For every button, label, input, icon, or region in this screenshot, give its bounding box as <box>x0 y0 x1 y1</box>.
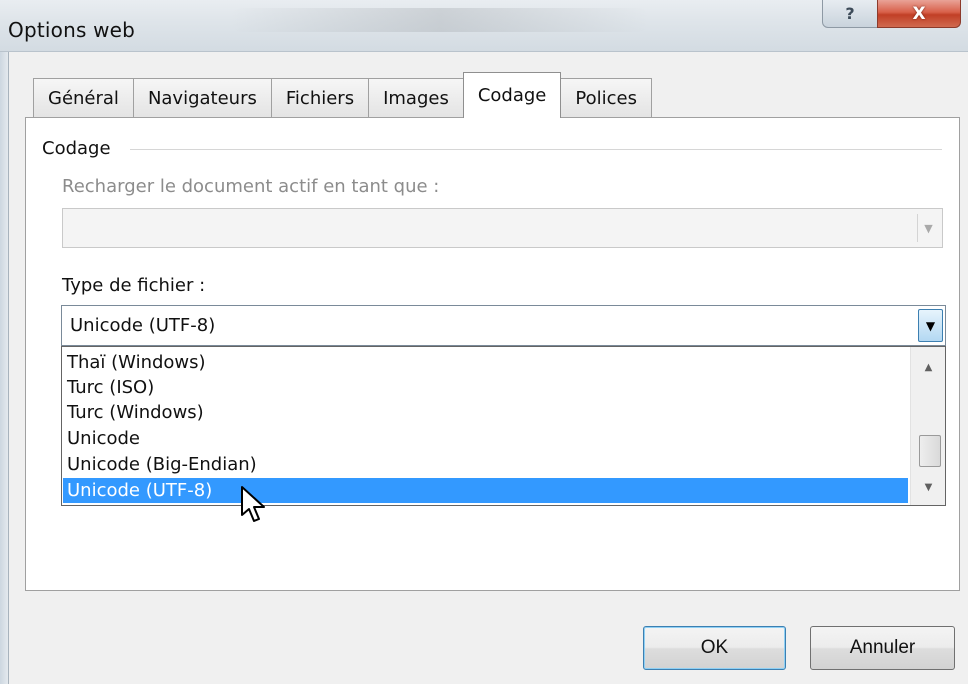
title-bar: Options web ? X <box>0 0 968 52</box>
list-item-turc-iso[interactable]: Turc (ISO) <box>63 375 908 400</box>
triangle-down-icon[interactable]: ▼ <box>911 473 945 501</box>
chevron-down-icon[interactable]: ▼ <box>918 309 943 342</box>
list-item-turc-windows[interactable]: Turc (Windows) <box>63 400 908 425</box>
reload-label: Recharger le document actif en tant que … <box>62 176 440 197</box>
file-type-label-pre: Type de f <box>62 275 149 296</box>
tab-general[interactable]: Général <box>33 78 134 118</box>
list-item-unicode[interactable]: Unicode <box>63 426 908 451</box>
ok-button[interactable]: OK <box>643 626 786 670</box>
file-type-label: Type de fichier : <box>62 275 205 296</box>
cancel-button[interactable]: Annuler <box>810 626 955 670</box>
chevron-down-icon: ▼ <box>917 214 939 242</box>
file-type-dropdown-list: Thaï (Windows) Turc (ISO) Turc (Windows)… <box>61 346 946 506</box>
window-frame-left <box>0 52 9 684</box>
window-title: Options web <box>8 18 136 42</box>
dropdown-scrollbar[interactable]: ▲ ▼ <box>910 347 945 505</box>
file-type-label-post: chier : <box>148 275 206 296</box>
mouse-pointer-icon <box>241 486 265 522</box>
group-label-codage: Codage <box>42 138 117 159</box>
tab-polices[interactable]: Polices <box>560 78 652 118</box>
help-button[interactable]: ? <box>822 0 878 28</box>
reload-encoding-select: ▼ <box>62 208 943 248</box>
tab-codage[interactable]: Codage <box>462 72 562 118</box>
list-item-thai-windows[interactable]: Thaï (Windows) <box>63 350 908 375</box>
list-item-unicode-utf8[interactable]: Unicode (UTF-8) <box>63 478 908 503</box>
file-type-select[interactable]: Unicode (UTF-8) ▼ <box>61 305 946 346</box>
file-type-value: Unicode (UTF-8) <box>70 315 216 336</box>
close-icon: X <box>912 3 926 24</box>
help-icon: ? <box>845 4 855 23</box>
tab-images[interactable]: Images <box>368 78 464 118</box>
triangle-up-icon[interactable]: ▲ <box>911 353 945 381</box>
group-divider <box>130 149 942 150</box>
list-item-unicode-big-endian[interactable]: Unicode (Big-Endian) <box>63 452 908 477</box>
tab-strip: Général Navigateurs Fichiers Images Coda… <box>33 72 652 118</box>
scrollbar-thumb[interactable] <box>919 435 941 467</box>
title-bar-blur <box>230 8 650 32</box>
close-button[interactable]: X <box>877 0 961 28</box>
tab-navigateurs[interactable]: Navigateurs <box>132 78 272 118</box>
tab-fichiers[interactable]: Fichiers <box>270 78 370 118</box>
